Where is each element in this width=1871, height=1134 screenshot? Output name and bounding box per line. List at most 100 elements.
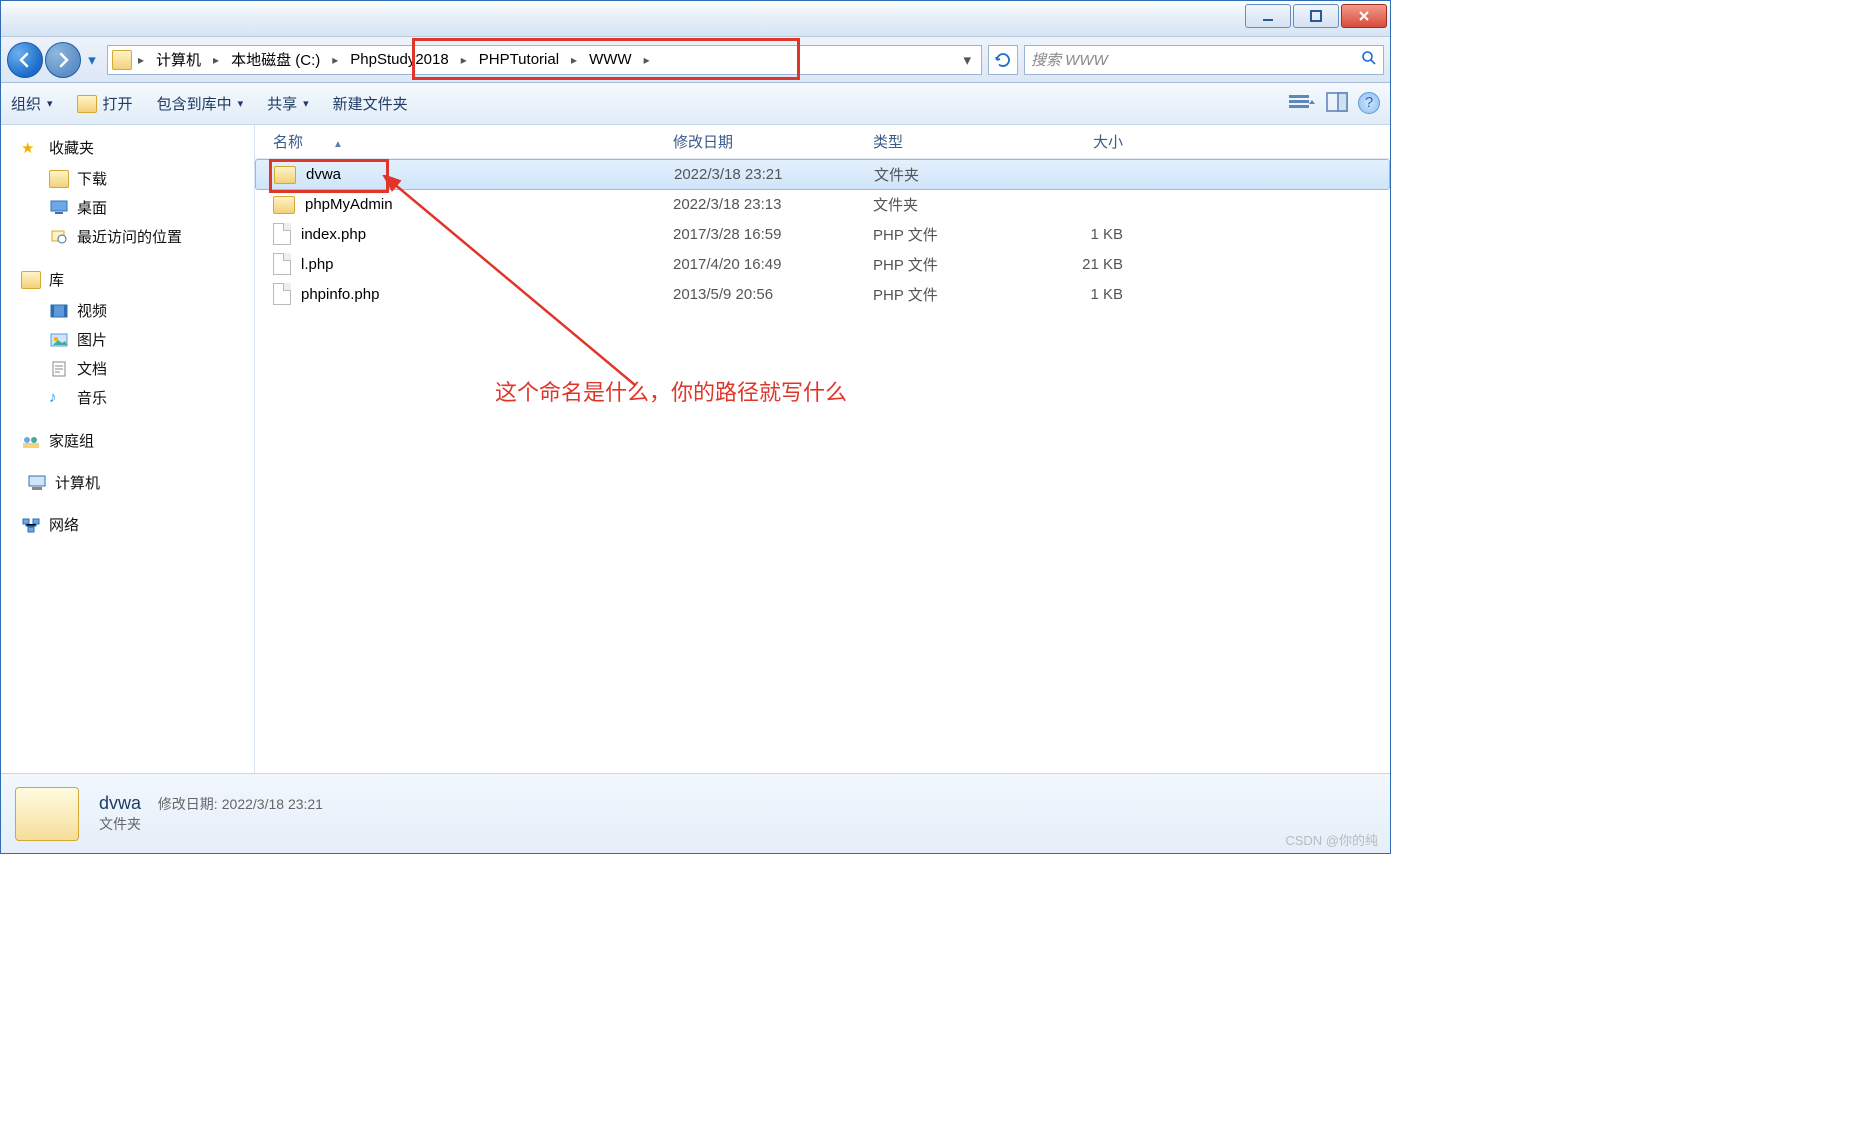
- nav-network[interactable]: 网络: [21, 514, 254, 535]
- crumb-computer[interactable]: 计算机: [148, 46, 209, 74]
- crumb-drive-c[interactable]: 本地磁盘 (C:): [223, 46, 328, 74]
- nav-recent-label: 最近访问的位置: [77, 226, 182, 247]
- nav-libraries[interactable]: 库: [21, 269, 254, 290]
- open-button[interactable]: 打开: [77, 93, 133, 114]
- address-row: ▾ 计算机 本地磁盘 (C:) PhpStudy2018 PHPTutorial…: [1, 37, 1390, 83]
- preview-pane-button[interactable]: [1326, 92, 1348, 116]
- file-row[interactable]: index.php2017/3/28 16:59PHP 文件1 KB: [255, 219, 1390, 249]
- include-in-library-menu[interactable]: 包含到库中: [157, 93, 244, 114]
- nav-network-label: 网络: [49, 514, 79, 535]
- back-button[interactable]: [7, 42, 43, 78]
- nav-favorites[interactable]: ★收藏夹: [21, 137, 254, 158]
- nav-pictures[interactable]: 图片: [49, 325, 254, 354]
- newfolder-label: 新建文件夹: [333, 93, 408, 114]
- breadcrumb-bar[interactable]: 计算机 本地磁盘 (C:) PhpStudy2018 PHPTutorial W…: [107, 45, 982, 75]
- chevron-right-icon[interactable]: [209, 51, 223, 68]
- network-icon: [21, 516, 41, 534]
- nav-pictures-label: 图片: [77, 329, 107, 350]
- nav-desktop[interactable]: 桌面: [49, 193, 254, 222]
- file-row[interactable]: phpMyAdmin2022/3/18 23:13文件夹: [255, 190, 1390, 219]
- file-icon: [273, 253, 291, 275]
- library-icon: [21, 271, 41, 289]
- search-input[interactable]: 搜索 WWW: [1024, 45, 1384, 75]
- file-date: 2017/3/28 16:59: [673, 226, 873, 243]
- refresh-button[interactable]: [988, 45, 1018, 75]
- organize-label: 组织: [11, 93, 41, 114]
- details-type: 文件夹: [99, 814, 323, 834]
- file-type: PHP 文件: [873, 254, 1053, 275]
- file-type: PHP 文件: [873, 224, 1053, 245]
- nav-videos-label: 视频: [77, 300, 107, 321]
- file-date: 2017/4/20 16:49: [673, 256, 873, 273]
- maximize-button[interactable]: [1293, 4, 1339, 28]
- music-icon: ♪: [49, 389, 69, 407]
- file-size: 1 KB: [1053, 286, 1153, 303]
- nav-music-label: 音乐: [77, 387, 107, 408]
- chevron-right-icon[interactable]: [457, 51, 471, 68]
- file-row[interactable]: l.php 2017/4/20 16:49PHP 文件21 KB: [255, 249, 1390, 279]
- file-type: PHP 文件: [873, 284, 1053, 305]
- folder-large-icon: [15, 787, 79, 841]
- nav-documents-label: 文档: [77, 358, 107, 379]
- chevron-right-icon[interactable]: [640, 51, 654, 68]
- file-size: 1 KB: [1053, 226, 1153, 243]
- nav-music[interactable]: ♪ 音乐: [49, 383, 254, 412]
- annotation-text: 这个命名是什么，你的路径就写什么: [495, 375, 847, 407]
- details-pane: dvwa 修改日期: 2022/3/18 23:21 文件夹: [1, 773, 1390, 853]
- file-date: 2013/5/9 20:56: [673, 286, 873, 303]
- breadcrumb-dropdown[interactable]: ▾: [957, 51, 977, 69]
- chevron-right-icon[interactable]: [567, 51, 581, 68]
- file-row[interactable]: phpinfo.php2013/5/9 20:56PHP 文件1 KB: [255, 279, 1390, 309]
- chevron-right-icon[interactable]: [134, 51, 148, 68]
- details-date-label: 修改日期:: [158, 796, 218, 812]
- folder-icon: [274, 166, 296, 184]
- file-name: dvwa: [306, 166, 341, 183]
- close-button[interactable]: [1341, 4, 1387, 28]
- nav-computer[interactable]: 计算机: [21, 469, 254, 496]
- chevron-right-icon[interactable]: [328, 51, 342, 68]
- nav-documents[interactable]: 文档: [49, 354, 254, 383]
- details-name: dvwa: [99, 793, 141, 813]
- document-icon: [49, 360, 69, 378]
- folder-icon: [273, 196, 295, 214]
- minimize-button[interactable]: [1245, 4, 1291, 28]
- crumb-phptutorial[interactable]: PHPTutorial: [471, 46, 567, 74]
- nav-homegroup[interactable]: 家庭组: [21, 430, 254, 451]
- column-date-header[interactable]: 修改日期: [673, 131, 873, 152]
- nav-downloads-label: 下载: [77, 168, 107, 189]
- column-headers: 名称▲ 修改日期 类型 大小: [255, 125, 1390, 159]
- file-name: l.php: [301, 256, 334, 273]
- crumb-www[interactable]: WWW: [581, 46, 639, 74]
- video-icon: [49, 302, 69, 320]
- history-dropdown[interactable]: ▾: [83, 51, 101, 69]
- file-size: 21 KB: [1053, 256, 1153, 273]
- nav-desktop-label: 桌面: [77, 197, 107, 218]
- title-bar: [1, 1, 1390, 37]
- column-type-header[interactable]: 类型: [873, 131, 1053, 152]
- nav-libraries-label: 库: [49, 269, 64, 290]
- organize-menu[interactable]: 组织: [11, 93, 53, 114]
- column-name-label: 名称: [273, 134, 303, 151]
- file-type: 文件夹: [873, 194, 1053, 215]
- column-size-header[interactable]: 大小: [1053, 131, 1153, 152]
- view-options-button[interactable]: [1288, 92, 1316, 116]
- recent-icon: [49, 228, 69, 246]
- file-date: 2022/3/18 23:13: [673, 196, 873, 213]
- column-name-header[interactable]: 名称▲: [273, 131, 673, 152]
- star-icon: ★: [21, 139, 41, 157]
- file-icon: [273, 223, 291, 245]
- nav-downloads[interactable]: 下载: [49, 164, 254, 193]
- navigation-pane: ★收藏夹 下载 桌面 最近访问的位置 库 视频 图片 文档 ♪ 音乐 家庭组 计算…: [1, 125, 255, 773]
- new-folder-button[interactable]: 新建文件夹: [333, 93, 408, 114]
- nav-recent[interactable]: 最近访问的位置: [49, 222, 254, 251]
- nav-videos[interactable]: 视频: [49, 296, 254, 325]
- desktop-icon: [49, 199, 69, 217]
- explorer-window: ▾ 计算机 本地磁盘 (C:) PhpStudy2018 PHPTutorial…: [0, 0, 1391, 854]
- file-row[interactable]: dvwa2022/3/18 23:21文件夹: [255, 159, 1390, 190]
- folder-icon: [112, 50, 132, 70]
- details-date: 2022/3/18 23:21: [222, 796, 323, 812]
- share-menu[interactable]: 共享: [267, 93, 309, 114]
- forward-button[interactable]: [45, 42, 81, 78]
- crumb-phpstudy[interactable]: PhpStudy2018: [342, 46, 456, 74]
- help-button[interactable]: ?: [1358, 92, 1380, 114]
